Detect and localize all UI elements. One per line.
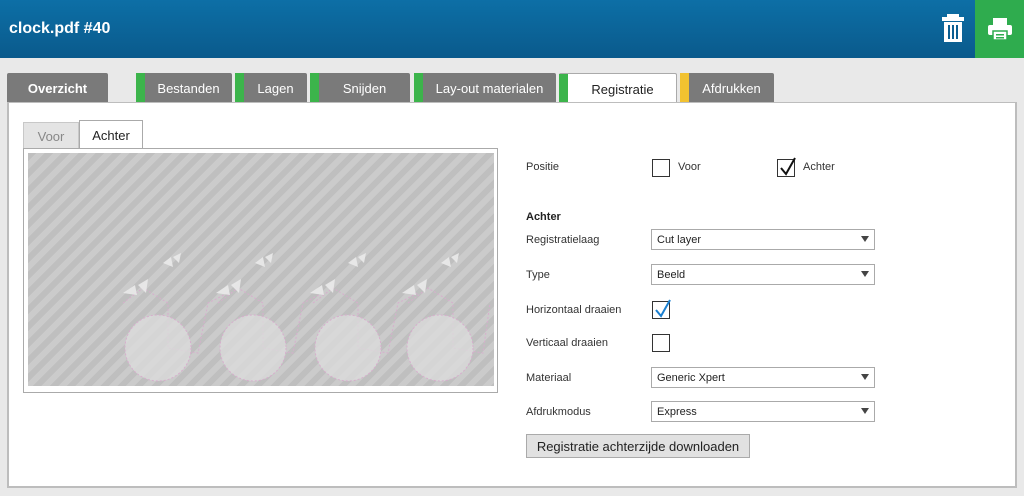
subtab-achter[interactable]: Achter bbox=[79, 120, 143, 150]
status-stripe bbox=[310, 73, 319, 103]
trash-icon[interactable] bbox=[938, 12, 968, 44]
tab-label: Lay-out materialen bbox=[435, 80, 544, 96]
select-value: Beeld bbox=[657, 268, 686, 281]
page-title: clock.pdf #40 bbox=[9, 20, 111, 37]
chevron-down-icon bbox=[861, 271, 869, 277]
verticaal-checkbox[interactable] bbox=[652, 334, 670, 352]
checkmark-icon bbox=[780, 157, 796, 176]
main-tabs: Overzicht Bestanden Lagen Snijden Lay-ou… bbox=[0, 73, 1024, 105]
section-title: Achter bbox=[526, 211, 561, 223]
materiaal-label: Materiaal bbox=[526, 372, 572, 384]
tab-label: Afdrukken bbox=[702, 80, 761, 96]
positie-achter-label: Achter bbox=[803, 161, 835, 173]
tab-bestanden[interactable]: Bestanden bbox=[136, 73, 232, 103]
tab-snijden[interactable]: Snijden bbox=[310, 73, 410, 103]
type-select[interactable]: Beeld bbox=[651, 264, 875, 285]
status-stripe bbox=[136, 73, 145, 103]
select-value: Generic Xpert bbox=[657, 371, 725, 384]
type-label: Type bbox=[526, 269, 550, 281]
chevron-down-icon bbox=[861, 236, 869, 242]
status-stripe bbox=[414, 73, 423, 103]
afdrukmodus-select[interactable]: Express bbox=[651, 401, 875, 422]
chevron-down-icon bbox=[861, 374, 869, 380]
status-stripe bbox=[680, 73, 689, 103]
positie-voor-checkbox[interactable] bbox=[652, 159, 670, 177]
registratielaag-select[interactable]: Cut layer bbox=[651, 229, 875, 250]
horizontaal-checkbox[interactable] bbox=[652, 299, 671, 319]
clock-artwork-preview bbox=[122, 253, 491, 382]
tab-lagen[interactable]: Lagen bbox=[235, 73, 307, 103]
chevron-down-icon bbox=[861, 408, 869, 414]
tab-layout-materialen[interactable]: Lay-out materialen bbox=[414, 73, 556, 103]
status-stripe bbox=[235, 73, 244, 103]
horizontaal-label: Horizontaal draaien bbox=[526, 304, 622, 316]
materiaal-select[interactable]: Generic Xpert bbox=[651, 367, 875, 388]
status-stripe bbox=[559, 74, 568, 105]
positie-voor-label: Voor bbox=[678, 161, 701, 173]
tab-label: Bestanden bbox=[157, 80, 220, 96]
subtab-voor[interactable]: Voor bbox=[23, 122, 79, 150]
download-registratie-button[interactable]: Registratie achterzijde downloaden bbox=[526, 434, 750, 458]
registratielaag-label: Registratielaag bbox=[526, 234, 600, 246]
tab-label: Registratie bbox=[591, 81, 654, 97]
select-value: Express bbox=[657, 405, 697, 418]
print-button[interactable] bbox=[975, 0, 1024, 58]
positie-label: Positie bbox=[526, 161, 560, 173]
tab-label: Overzicht bbox=[27, 80, 88, 96]
app-header: clock.pdf #40 bbox=[0, 0, 1024, 58]
afdrukmodus-label: Afdrukmodus bbox=[526, 406, 591, 418]
tab-label: Lagen bbox=[257, 80, 294, 96]
checkmark-icon bbox=[655, 299, 671, 318]
select-value: Cut layer bbox=[657, 233, 702, 246]
tab-overzicht[interactable]: Overzicht bbox=[7, 73, 108, 103]
verticaal-label: Verticaal draaien bbox=[526, 337, 608, 349]
preview-canvas bbox=[28, 153, 494, 386]
tab-afdrukken[interactable]: Afdrukken bbox=[680, 73, 774, 103]
printer-icon bbox=[987, 18, 1012, 41]
tab-registratie[interactable]: Registratie bbox=[559, 73, 677, 105]
positie-achter-checkbox[interactable] bbox=[777, 157, 796, 177]
tab-label: Snijden bbox=[342, 80, 387, 96]
